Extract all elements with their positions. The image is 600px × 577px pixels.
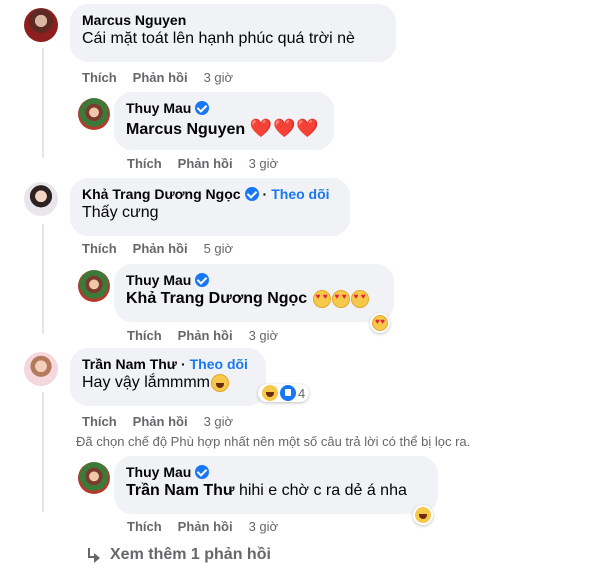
name-text[interactable]: Thuy Mau [126,272,191,288]
verified-badge-icon [195,465,210,479]
like-button[interactable]: Thích [127,519,162,534]
heart-eyes-emoji-icon [331,290,350,308]
comment-actions: Thích Phản hồi 3 giờ [127,156,278,171]
reply-button[interactable]: Phản hồi [178,519,233,534]
heart-eyes-emoji-icon [312,290,331,308]
reply-button[interactable]: Phản hồi [133,414,188,429]
reply-button[interactable]: Phản hồi [133,70,188,85]
like-button[interactable]: Thích [82,70,117,85]
comment-actions: Thích Phản hồi 3 giờ [127,519,278,534]
avatar[interactable] [24,8,58,42]
avatar[interactable] [78,98,110,130]
mention-link[interactable]: Marcus Nguyen [126,121,245,138]
thread-connector [42,392,44,512]
thread-connector [42,48,44,158]
comment-bubble: Marcus Nguyen Cái mặt toát lên hạnh phúc… [70,4,396,62]
like-button[interactable]: Thích [127,328,162,343]
mention-link[interactable]: Trần Nam Thư [126,482,235,499]
comment-bubble: Thuy Mau Marcus Nguyen ❤️❤️❤️ [114,92,334,150]
like-reaction-icon [280,385,296,401]
comment-text: Cái mặt toát lên hạnh phúc quá trời nè [82,30,355,47]
name-text[interactable]: Thuy Mau [126,464,191,480]
comment-text: Trần Nam Thư hihi e chờ c ra dẻ á nha [126,482,426,500]
comment-time[interactable]: 3 giờ [249,328,279,343]
name-text[interactable]: Khả Trang Dương Ngọc [82,186,241,202]
like-button[interactable]: Thích [127,156,162,171]
comment-text-body: Hay vậy lắmmmm [82,374,211,392]
comment-text: Thấy cưng [82,204,159,221]
reply-button[interactable]: Phản hồi [133,241,188,256]
commenter-name[interactable]: Thuy Mau [126,464,426,480]
follow-separator: · [262,186,268,202]
avatar[interactable] [24,352,58,386]
comment-bubble: Thuy Mau Khả Trang Dương Ngọc [114,264,394,322]
name-text[interactable]: Thuy Mau [126,100,191,116]
like-button[interactable]: Thích [82,241,117,256]
comment-text-body: hihi e chờ c ra dẻ á nha [234,482,407,499]
comment-time[interactable]: 3 giờ [204,70,234,85]
comment-text: Marcus Nguyen ❤️❤️❤️ [126,118,322,139]
commenter-name[interactable]: Thuy Mau [126,100,322,116]
comment-time[interactable]: 3 giờ [249,156,279,171]
commenter-name[interactable]: Khả Trang Dương Ngọc · Theo dõi [82,186,338,202]
name-text[interactable]: Trần Nam Thư [82,356,177,372]
comment-actions: Thích Phản hồi 3 giờ [82,70,233,85]
comment-text: Hay vậy lắmmmm [82,374,254,392]
comment-actions: Thích Phản hồi 3 giờ [82,414,233,429]
commenter-name[interactable]: Trần Nam Thư · Theo dõi [82,356,254,372]
comment-time[interactable]: 3 giờ [204,414,234,429]
verified-badge-icon [244,187,259,201]
follow-separator: · [180,356,186,372]
reply-button[interactable]: Phản hồi [178,328,233,343]
follow-button[interactable]: Theo dõi [271,186,329,202]
comment-time[interactable]: 5 giờ [204,241,234,256]
like-button[interactable]: Thích [82,414,117,429]
comment-time[interactable]: 3 giờ [249,519,279,534]
commenter-name[interactable]: Marcus Nguyen [82,12,384,28]
comment-actions: Thích Phản hồi 5 giờ [82,241,233,256]
heart-emoji-text: ❤️❤️❤️ [249,118,320,138]
comment-text: Khả Trang Dương Ngọc [126,290,382,308]
avatar[interactable] [78,462,110,494]
verified-badge-icon [195,101,210,115]
verified-badge-icon [195,273,210,287]
view-more-replies-label[interactable]: Xem thêm 1 phản hồi [110,546,271,564]
thread-connector [42,224,44,334]
haha-reaction-icon [262,385,278,401]
avatar[interactable] [24,182,58,216]
name-text[interactable]: Marcus Nguyen [82,12,186,28]
reply-button[interactable]: Phản hồi [178,156,233,171]
mention-link[interactable]: Khả Trang Dương Ngọc [126,290,307,307]
commenter-name[interactable]: Thuy Mau [126,272,382,288]
follow-button[interactable]: Theo dõi [190,356,248,372]
filter-notice: Đã chọn chế độ Phù hợp nhất nên một số c… [76,434,471,449]
comment-actions: Thích Phản hồi 3 giờ [127,328,278,343]
reaction-summary[interactable] [413,505,433,525]
laughing-emoji-icon [211,374,230,392]
heart-eyes-emoji-icon [350,290,369,308]
comment-thread: Marcus Nguyen Cái mặt toát lên hạnh phúc… [0,0,600,577]
comment-bubble: Khả Trang Dương Ngọc · Theo dõi Thấy cưng [70,178,350,236]
view-more-replies-link[interactable]: Xem thêm 1 phản hồi [86,546,271,564]
comment-bubble: Thuy Mau Trần Nam Thư hihi e chờ c ra dẻ… [114,456,438,514]
comment-bubble: Trần Nam Thư · Theo dõi Hay vậy lắmmmm [70,348,266,406]
heart-eyes-reaction-icon [372,315,388,331]
haha-reaction-icon [415,507,431,523]
reaction-summary[interactable]: 4 [258,384,310,402]
reaction-summary[interactable] [370,313,390,333]
reply-arrow-icon [86,548,102,563]
reaction-count: 4 [298,385,306,401]
avatar[interactable] [78,270,110,302]
